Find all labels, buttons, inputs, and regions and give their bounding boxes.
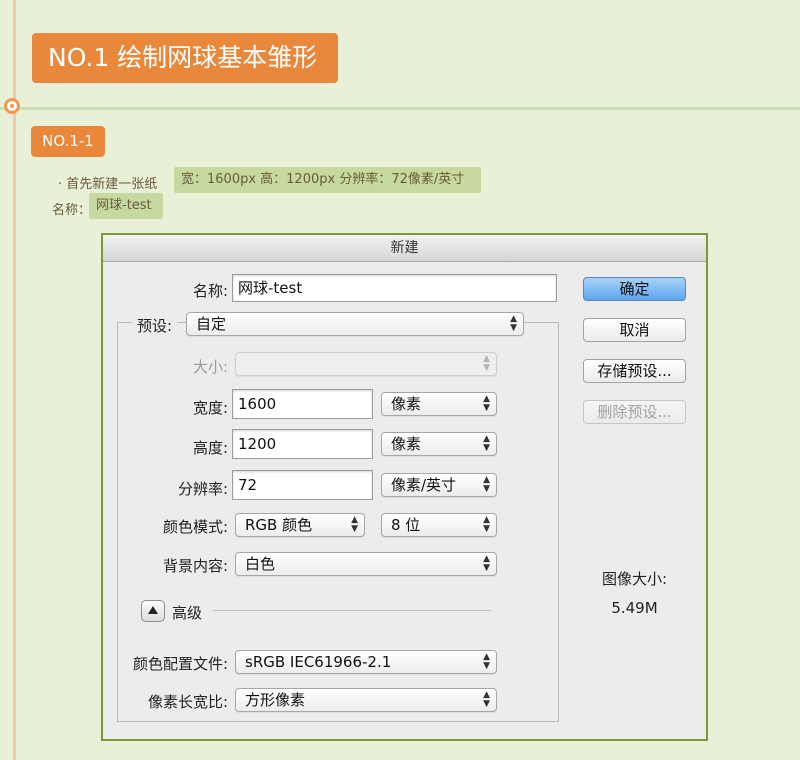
- updown-arrows-icon: ▲ ▼: [483, 354, 490, 373]
- bit-depth-select[interactable]: 8 位 ▲ ▼: [381, 513, 497, 537]
- width-unit-select[interactable]: 像素 ▲ ▼: [381, 392, 497, 416]
- note-line2-highlight: 网球-test: [89, 193, 163, 219]
- name-input[interactable]: 网球-test: [232, 274, 557, 302]
- color-profile-label: 颜色配置文件:: [132, 655, 228, 673]
- note-line2-label: 名称：: [52, 203, 92, 218]
- image-size-value: 5.49M: [611, 599, 658, 617]
- size-label: 大小:: [192, 358, 228, 376]
- color-mode-label: 颜色模式:: [162, 518, 228, 536]
- updown-arrows-icon: ▲ ▼: [483, 652, 490, 671]
- dialog-title: 新建: [103, 235, 706, 262]
- height-input[interactable]: 1200: [232, 429, 373, 459]
- background-label: 背景内容:: [162, 557, 228, 575]
- height-unit-value: 像素: [391, 435, 422, 453]
- section-title: NO.1 绘制网球基本雏形: [32, 33, 338, 83]
- size-select[interactable]: ▲ ▼: [235, 352, 497, 376]
- resolution-unit-value: 像素/英寸: [391, 476, 457, 494]
- ok-button[interactable]: 确定: [583, 277, 686, 301]
- preset-label: 预设:: [131, 315, 177, 336]
- updown-arrows-icon: ▲ ▼: [483, 475, 490, 494]
- advanced-label: 高级: [172, 604, 203, 622]
- background-select[interactable]: 白色 ▲ ▼: [235, 552, 497, 576]
- save-preset-button[interactable]: 存储预设...: [583, 359, 686, 383]
- timeline-node-icon: [4, 98, 20, 114]
- updown-arrows-icon: ▲ ▼: [510, 314, 517, 333]
- height-label: 高度:: [192, 439, 228, 457]
- updown-arrows-icon: ▲ ▼: [483, 515, 490, 534]
- background-value: 白色: [245, 555, 276, 573]
- preset-select-value: 自定: [196, 315, 227, 333]
- step-badge: NO.1-1: [31, 126, 105, 157]
- timeline-vertical-line: [13, 0, 16, 760]
- width-unit-value: 像素: [391, 395, 422, 413]
- updown-arrows-icon: ▲ ▼: [483, 690, 490, 709]
- color-profile-select[interactable]: sRGB IEC61966-2.1 ▲ ▼: [235, 650, 497, 674]
- delete-preset-button[interactable]: 删除预设...: [583, 400, 686, 424]
- note-line1-highlight: 宽：1600px 高：1200px 分辨率：72像素/英寸: [174, 167, 481, 193]
- bit-depth-value: 8 位: [391, 516, 421, 534]
- updown-arrows-icon: ▲ ▼: [483, 394, 490, 413]
- resolution-unit-select[interactable]: 像素/英寸 ▲ ▼: [381, 473, 497, 497]
- resolution-input[interactable]: 72: [232, 470, 373, 500]
- timeline-horizontal-line: [0, 107, 800, 110]
- resolution-label: 分辨率:: [177, 480, 228, 498]
- pixel-aspect-value: 方形像素: [245, 691, 306, 709]
- image-size-label: 图像大小:: [601, 570, 668, 588]
- updown-arrows-icon: ▲ ▼: [483, 554, 490, 573]
- height-unit-select[interactable]: 像素 ▲ ▼: [381, 432, 497, 456]
- updown-arrows-icon: ▲ ▼: [351, 515, 358, 534]
- preset-select[interactable]: 自定 ▲ ▼: [186, 312, 524, 336]
- width-input[interactable]: 1600: [232, 389, 373, 419]
- color-mode-value: RGB 颜色: [245, 516, 313, 534]
- new-document-dialog: 新建 名称: 网球-test 预设: 自定 ▲ ▼ 大小: ▲ ▼ 宽度: 1600…: [101, 233, 708, 741]
- note-line1-prefix: · 首先新建一张纸: [58, 177, 158, 192]
- color-profile-value: sRGB IEC61966-2.1: [245, 653, 392, 671]
- updown-arrows-icon: ▲ ▼: [483, 434, 490, 453]
- width-label: 宽度:: [192, 399, 228, 417]
- color-mode-select[interactable]: RGB 颜色 ▲ ▼: [235, 513, 365, 537]
- advanced-divider: [213, 610, 491, 611]
- pixel-aspect-select[interactable]: 方形像素 ▲ ▼: [235, 688, 497, 712]
- cancel-button[interactable]: 取消: [583, 318, 686, 342]
- pixel-aspect-label: 像素长宽比:: [147, 693, 228, 711]
- disclosure-triangle-icon[interactable]: [141, 600, 165, 622]
- name-label: 名称:: [192, 282, 228, 300]
